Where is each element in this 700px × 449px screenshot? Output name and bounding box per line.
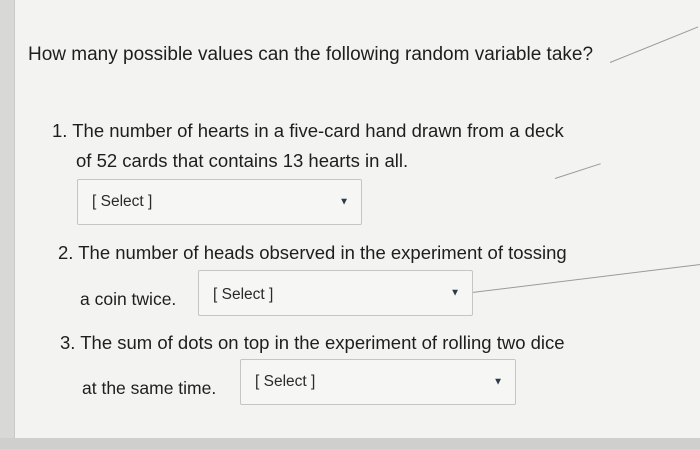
screen-bottom-edge — [0, 438, 700, 449]
caret-down-icon: ▼ — [450, 287, 460, 299]
question-text: How many possible values can the followi… — [28, 44, 594, 65]
item-2-line-1: 2. The number of heads observed in the e… — [58, 242, 567, 263]
item-1-line-1: 1. The number of hearts in a five-card h… — [52, 120, 564, 141]
item-3-select-value: [ Select ] — [255, 373, 316, 390]
item-1-select[interactable]: [ Select ] ▼ — [77, 179, 362, 225]
item-2-select-value: [ Select ] — [213, 286, 274, 303]
item-3-select[interactable]: [ Select ] ▼ — [240, 359, 516, 405]
item-2-line-2: a coin twice. — [80, 289, 177, 309]
caret-down-icon: ▼ — [493, 376, 503, 388]
item-1-line-2: of 52 cards that contains 13 hearts in a… — [76, 150, 409, 171]
item-1-select-value: [ Select ] — [92, 193, 153, 210]
item-3-line-1: 3. The sum of dots on top in the experim… — [60, 332, 565, 353]
caret-down-icon: ▼ — [339, 196, 349, 208]
item-3-line-2: at the same time. — [82, 378, 217, 398]
item-2-select[interactable]: [ Select ] ▼ — [198, 270, 473, 316]
